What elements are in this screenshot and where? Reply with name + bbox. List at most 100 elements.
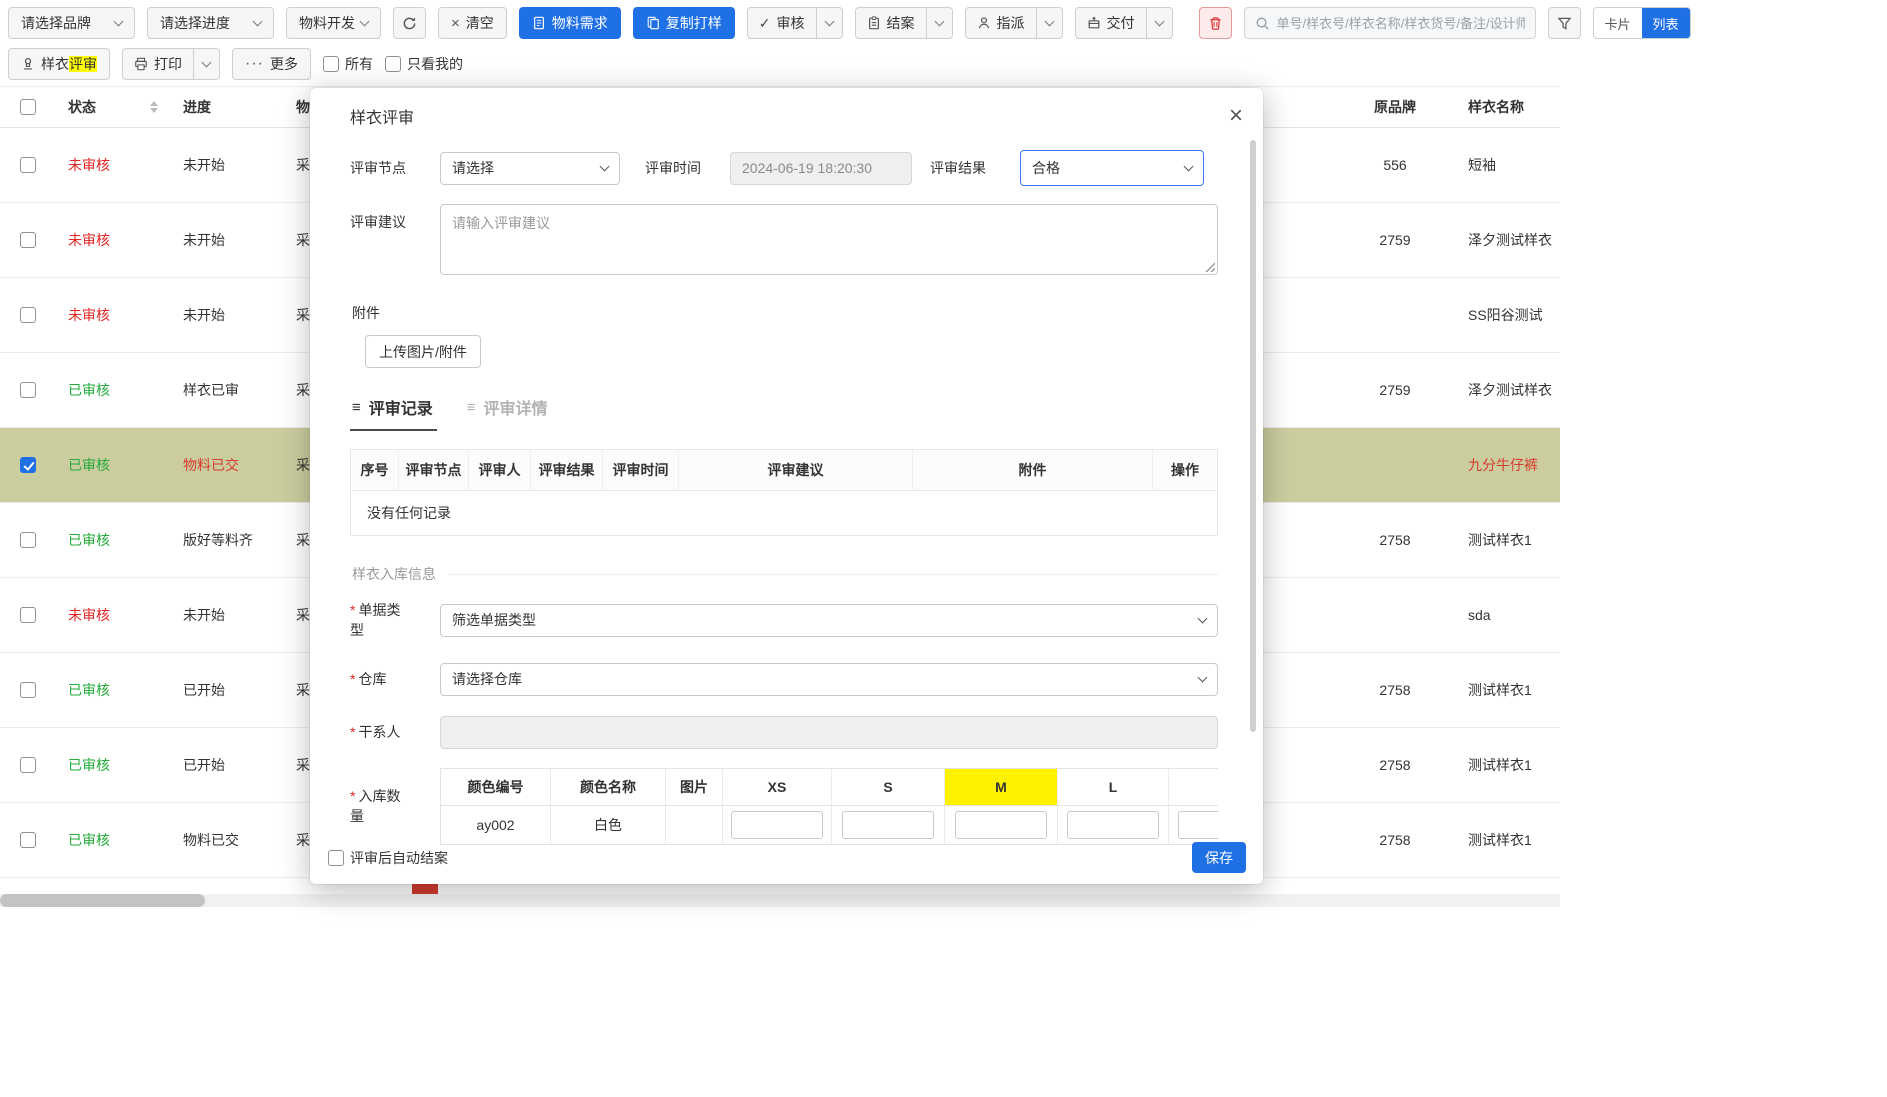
sample-review-dialog: 样衣评审 × 评审节点 请选择 评审时间 2024-06-19 18:20:30… — [310, 88, 1263, 884]
funnel-icon — [1557, 17, 1571, 30]
tab-review-records[interactable]: ≡ 评审记录 — [350, 395, 437, 431]
all-checkbox[interactable] — [322, 56, 339, 72]
review-time-input: 2024-06-19 18:20:30 — [730, 151, 912, 185]
size-l-input[interactable] — [1067, 810, 1159, 839]
size-m-input[interactable] — [955, 810, 1047, 839]
chevron-down-icon — [1197, 613, 1208, 624]
more-icon: ··· — [245, 55, 264, 72]
refresh-button[interactable] — [393, 7, 426, 39]
row-name: 测试样衣1 — [1468, 832, 1532, 848]
qty-header-row: 颜色编号 颜色名称 图片 XS S M L X — [441, 768, 1218, 806]
row-status: 未审核 — [68, 232, 110, 248]
column-header-status[interactable]: 状态 — [56, 97, 170, 117]
auto-close-checkbox[interactable] — [328, 849, 344, 866]
audit-dropdown-toggle[interactable] — [815, 8, 842, 38]
close-case-button[interactable]: 结案 — [856, 8, 926, 38]
view-toggle: 卡片 列表 — [1592, 7, 1691, 39]
review-node-label: 评审节点 — [350, 159, 406, 176]
row-checkbox[interactable] — [20, 832, 36, 848]
size-s-input[interactable] — [842, 810, 934, 839]
review-suggestion-textarea[interactable] — [440, 204, 1218, 275]
row-status: 已审核 — [68, 757, 110, 773]
search-input[interactable] — [1276, 15, 1525, 31]
audit-button[interactable]: ✓ 审核 — [748, 8, 816, 38]
stakeholder-input — [440, 715, 1218, 749]
row-name: 测试样衣1 — [1468, 682, 1532, 698]
review-records-table: 序号 评审节点 评审人 评审结果 评审时间 评审建议 附件 操作 没有任何记录 — [350, 449, 1218, 536]
row-checkbox[interactable] — [20, 682, 36, 698]
row-progress: 物料已交 — [183, 457, 239, 473]
chevron-down-icon — [113, 16, 124, 26]
review-node-select[interactable]: 请选择 — [440, 151, 620, 185]
dialog-header: 样衣评审 × — [310, 88, 1263, 128]
auto-close-checkbox-group[interactable]: 评审后自动结案 — [328, 848, 448, 868]
warehouse-select[interactable]: 请选择仓库 — [440, 662, 1218, 696]
upload-attachment-button[interactable]: 上传图片/附件 — [365, 335, 481, 368]
column-header-name: 样衣名称 — [1468, 99, 1524, 115]
sample-review-button[interactable]: 样衣评审 — [8, 48, 110, 80]
row-checkbox[interactable] — [20, 232, 36, 248]
tab-review-details[interactable]: ≡ 评审详情 — [465, 395, 552, 431]
material-demand-button[interactable]: 物料需求 — [518, 7, 621, 39]
filter-button[interactable] — [1547, 7, 1581, 39]
delete-button[interactable] — [1198, 7, 1232, 39]
assign-dropdown-toggle[interactable] — [1035, 8, 1062, 38]
select-all-checkbox[interactable] — [20, 99, 36, 115]
qty-table-viewport: 颜色编号 颜色名称 图片 XS S M L X ay002 白色 — [440, 767, 1218, 845]
row-checkbox[interactable] — [20, 157, 36, 173]
sample-review-label: 样衣评审 — [41, 56, 97, 72]
brand-filter-label: 请选择品牌 — [21, 15, 91, 31]
brand-filter-select[interactable]: 请选择品牌 — [8, 7, 135, 39]
row-checkbox[interactable] — [20, 607, 36, 623]
row-brand: 2758 — [1379, 682, 1411, 698]
material-filter-select[interactable]: 物料开发 — [286, 7, 381, 39]
app-page: 请选择品牌 请选择进度 物料开发 × 清空 物料需求 复制打样 ✓ 审核 结案 … — [0, 0, 1887, 1097]
row-checkbox[interactable] — [20, 457, 36, 473]
size-m-highlighted-header: M — [945, 768, 1058, 805]
deliver-dropdown-toggle[interactable] — [1145, 8, 1172, 38]
scrollbar-thumb[interactable] — [0, 894, 205, 907]
progress-filter-select[interactable]: 请选择进度 — [147, 7, 274, 39]
trash-icon — [1209, 16, 1221, 30]
row-checkbox[interactable] — [20, 757, 36, 773]
copy-sample-button[interactable]: 复制打样 — [632, 7, 735, 39]
row-brand: 2758 — [1379, 532, 1411, 548]
print-dropdown-toggle[interactable] — [193, 49, 219, 79]
only-mine-checkbox-group[interactable]: 只看我的 — [384, 54, 463, 74]
clear-button[interactable]: × 清空 — [438, 7, 507, 39]
copy-icon — [647, 16, 659, 30]
row-progress: 未开始 — [183, 607, 225, 623]
sort-icon[interactable] — [150, 101, 158, 113]
close-icon[interactable]: × — [1229, 104, 1243, 128]
row-checkbox[interactable] — [20, 532, 36, 548]
row-checkbox[interactable] — [20, 307, 36, 323]
list-view-button[interactable]: 列表 — [1641, 8, 1690, 38]
deliver-button[interactable]: 交付 — [1076, 8, 1146, 38]
more-button[interactable]: ··· 更多 — [232, 48, 311, 80]
review-result-label: 评审结果 — [930, 159, 986, 176]
review-result-select[interactable]: 合格 — [1020, 150, 1204, 186]
row-status: 未审核 — [68, 307, 110, 323]
close-case-dropdown-toggle[interactable] — [925, 8, 952, 38]
print-button[interactable]: 打印 — [123, 49, 193, 79]
required-asterisk: * — [350, 787, 356, 804]
deliver-split-button: 交付 — [1074, 7, 1173, 39]
doc-type-select[interactable]: 筛选单据类型 — [440, 603, 1218, 637]
horizontal-scrollbar[interactable] — [0, 894, 1560, 907]
card-view-button[interactable]: 卡片 — [1593, 8, 1642, 38]
all-checkbox-group[interactable]: 所有 — [322, 54, 373, 74]
required-asterisk: * — [350, 602, 356, 618]
qty-table: 颜色编号 颜色名称 图片 XS S M L X ay002 白色 — [440, 767, 1218, 845]
row-status: 已审核 — [68, 532, 110, 548]
row-name: 九分牛仔裤 — [1468, 457, 1538, 473]
row-checkbox[interactable] — [20, 382, 36, 398]
size-xl-input[interactable] — [1178, 810, 1218, 839]
only-mine-checkbox[interactable] — [384, 56, 401, 72]
list-icon: ≡ — [466, 398, 476, 416]
qty-label: * 入库数量 — [350, 787, 401, 825]
check-icon: ✓ — [758, 15, 771, 31]
assign-button[interactable]: 指派 — [966, 8, 1036, 38]
row-status: 已审核 — [68, 457, 110, 473]
save-button[interactable]: 保存 — [1192, 842, 1246, 873]
size-xs-input[interactable] — [731, 810, 823, 839]
